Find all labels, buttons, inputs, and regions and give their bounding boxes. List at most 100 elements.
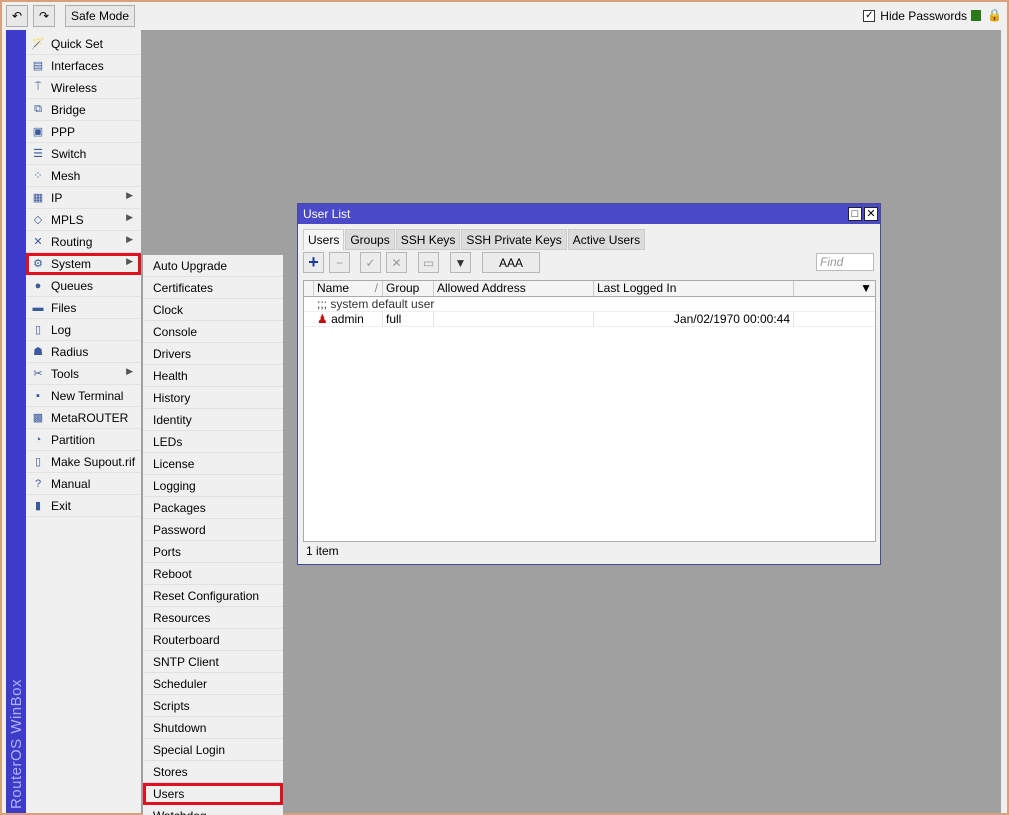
comment-button[interactable]: ▭	[418, 252, 439, 273]
menu-item-partition[interactable]: ◔ Partition	[26, 429, 141, 451]
menu-item-routing[interactable]: ✕ Routing ▶	[26, 231, 141, 253]
menu-item-ip[interactable]: ▦ IP ▶	[26, 187, 141, 209]
submenu-item-ports[interactable]: Ports	[143, 541, 283, 563]
submenu-item-history[interactable]: History	[143, 387, 283, 409]
submenu-arrow-icon: ▶	[126, 256, 133, 266]
tab-users[interactable]: Users	[303, 229, 345, 250]
menu-item-log[interactable]: ▯ Log	[26, 319, 141, 341]
menu-item-mesh[interactable]: ⁘ Mesh	[26, 165, 141, 187]
gear-icon: ⚙	[33, 258, 43, 270]
main-menu: 🪄 Quick Set ▤ Interfaces ⍑ Wireless ⧉ Bridge ▣ PP…	[26, 33, 141, 517]
menu-item-files[interactable]: ▬ Files	[26, 297, 141, 319]
submenu-item-resources[interactable]: Resources	[143, 607, 283, 629]
submenu-item-drivers[interactable]: Drivers	[143, 343, 283, 365]
menu-item-quick-set[interactable]: 🪄 Quick Set	[26, 33, 141, 55]
hide-passwords-label: Hide Passwords	[880, 9, 967, 23]
add-button[interactable]: +	[303, 252, 324, 273]
menu-item-bridge[interactable]: ⧉ Bridge	[26, 99, 141, 121]
menu-item-label: PPP	[51, 124, 76, 139]
column-name[interactable]: Name /	[314, 281, 383, 296]
column-group[interactable]: Group	[383, 281, 434, 296]
submenu-item-special-login[interactable]: Special Login	[143, 739, 283, 761]
metarouter-icon: ▩	[32, 412, 44, 424]
submenu-item-leds[interactable]: LEDs	[143, 431, 283, 453]
submenu-item-reboot[interactable]: Reboot	[143, 563, 283, 585]
table-row[interactable]: ♟ admin full Jan/02/1970 00:00:44	[304, 312, 875, 327]
menu-item-label: Queues	[51, 278, 94, 293]
menu-item-system[interactable]: ⚙ System ▶	[26, 253, 141, 275]
cell-last-logged-in: Jan/02/1970 00:00:44	[594, 312, 794, 326]
hide-passwords-checkbox[interactable]: ✓ Hide Passwords	[863, 9, 967, 23]
find-input[interactable]: Find	[816, 253, 874, 271]
disable-button[interactable]: ✕	[386, 252, 407, 273]
undo-button[interactable]: ↶	[6, 5, 28, 27]
window-title: User List	[303, 207, 351, 221]
close-button[interactable]: ✕	[864, 207, 878, 221]
menu-item-ppp[interactable]: ▣ PPP	[26, 121, 141, 143]
menu-item-radius[interactable]: ☗ Radius	[26, 341, 141, 363]
submenu-item-scheduler[interactable]: Scheduler	[143, 673, 283, 695]
tab-active-users[interactable]: Active Users	[567, 229, 646, 250]
menu-item-make-supout-rif[interactable]: ▯ Make Supout.rif	[26, 451, 141, 473]
submenu-item-watchdog[interactable]: Watchdog	[143, 805, 283, 815]
log-icon: ▯	[34, 324, 42, 336]
menu-item-new-terminal[interactable]: ▪ New Terminal	[26, 385, 141, 407]
menu-item-metarouter[interactable]: ▩ MetaROUTER	[26, 407, 141, 429]
menu-item-queues[interactable]: ● Queues	[26, 275, 141, 297]
menu-item-tools[interactable]: ✂ Tools ▶	[26, 363, 141, 385]
filter-button[interactable]: ▼	[450, 252, 471, 273]
submenu-item-sntp-client[interactable]: SNTP Client	[143, 651, 283, 673]
column-chooser-icon[interactable]: ▼	[794, 281, 875, 296]
menu-item-switch[interactable]: ☰ Switch	[26, 143, 141, 165]
submenu-arrow-icon: ▶	[126, 234, 133, 244]
redo-button[interactable]: ↷	[33, 5, 55, 27]
menu-item-label: Exit	[51, 498, 72, 513]
menu-item-mpls[interactable]: ◇ MPLS ▶	[26, 209, 141, 231]
submenu-item-health[interactable]: Health	[143, 365, 283, 387]
enable-button[interactable]: ✓	[360, 252, 381, 273]
cell-name: ♟ admin	[304, 312, 383, 326]
menu-item-label: Radius	[51, 344, 89, 359]
submenu-item-identity[interactable]: Identity	[143, 409, 283, 431]
brand-strip: RouterOS WinBox	[6, 30, 26, 813]
status-indicator-icon	[971, 10, 981, 21]
submenu-item-auto-upgrade[interactable]: Auto Upgrade	[143, 255, 283, 277]
submenu-item-stores[interactable]: Stores	[143, 761, 283, 783]
user-icon: ♟	[317, 312, 328, 326]
menu-item-manual[interactable]: ? Manual	[26, 473, 141, 495]
submenu-item-routerboard[interactable]: Routerboard	[143, 629, 283, 651]
menu-item-label: Partition	[51, 432, 96, 447]
tab-ssh-private-keys[interactable]: SSH Private Keys	[461, 229, 567, 250]
submenu-item-console[interactable]: Console	[143, 321, 283, 343]
wand-icon: 🪄	[31, 38, 45, 50]
submenu-item-logging[interactable]: Logging	[143, 475, 283, 497]
aaa-button[interactable]: AAA	[482, 252, 540, 273]
submenu-item-shutdown[interactable]: Shutdown	[143, 717, 283, 739]
submenu-item-password[interactable]: Password	[143, 519, 283, 541]
window-title-bar[interactable]: User List □ ✕	[298, 204, 880, 224]
menu-item-wireless[interactable]: ⍑ Wireless	[26, 77, 141, 99]
remove-button[interactable]: −	[329, 252, 350, 273]
table-header: Name / Group Allowed Address Last Logged …	[304, 281, 875, 297]
submenu-item-clock[interactable]: Clock	[143, 299, 283, 321]
wireless-icon: ⍑	[34, 81, 42, 93]
submenu-item-packages[interactable]: Packages	[143, 497, 283, 519]
mpls-icon: ◇	[33, 214, 43, 226]
submenu-item-reset-configuration[interactable]: Reset Configuration	[143, 585, 283, 607]
menu-item-interfaces[interactable]: ▤ Interfaces	[26, 55, 141, 77]
safe-mode-button[interactable]: Safe Mode	[65, 5, 135, 27]
tab-groups[interactable]: Groups	[345, 229, 395, 250]
column-last-logged-in[interactable]: Last Logged In	[594, 281, 794, 296]
menu-item-label: Make Supout.rif	[51, 454, 136, 469]
submenu-item-users[interactable]: Users	[143, 783, 283, 805]
maximize-button[interactable]: □	[848, 207, 862, 221]
menu-item-label: Mesh	[51, 168, 81, 183]
menu-item-exit[interactable]: ▮ Exit	[26, 495, 141, 517]
submenu-item-certificates[interactable]: Certificates	[143, 277, 283, 299]
menu-item-label: Wireless	[51, 80, 98, 95]
submenu-item-scripts[interactable]: Scripts	[143, 695, 283, 717]
column-allowed-address[interactable]: Allowed Address	[434, 281, 594, 296]
checkbox-icon[interactable]: ✓	[863, 10, 876, 22]
submenu-item-license[interactable]: License	[143, 453, 283, 475]
tab-ssh-keys[interactable]: SSH Keys	[395, 229, 461, 250]
